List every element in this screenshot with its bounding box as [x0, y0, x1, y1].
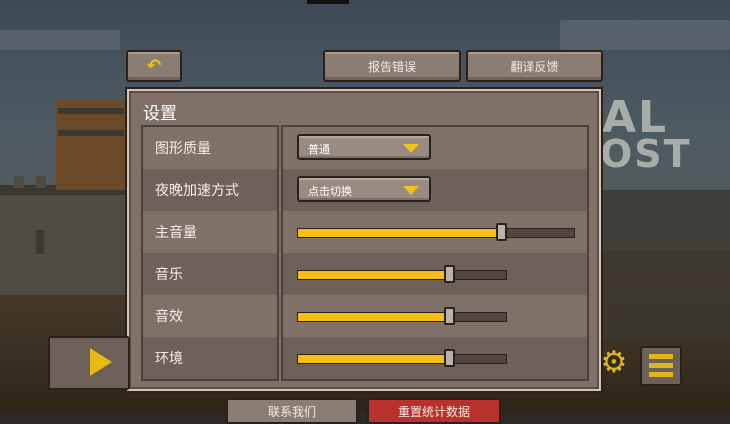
setting-label-graphics-quality: 图形质量 — [155, 141, 211, 157]
translation-feedback-button[interactable]: 翻译反馈 — [466, 50, 603, 82]
music-row — [283, 253, 587, 295]
setting-label-master-volume: 主音量 — [155, 225, 197, 241]
night-speed-mode-dropdown[interactable]: 点击切换 — [297, 176, 431, 202]
hamburger-menu-icon — [649, 354, 673, 359]
slider-fill — [298, 313, 450, 321]
top-notch — [307, 0, 349, 4]
music-volume-slider[interactable] — [297, 265, 507, 283]
ambience-slider[interactable] — [297, 349, 507, 367]
graphics-quality-dropdown[interactable]: 普通 — [297, 134, 431, 160]
contact-us-label: 联系我们 — [267, 405, 316, 419]
setting-label-sound-effects: 音效 — [155, 309, 183, 325]
reset-statistics-button[interactable]: 重置统计数据 — [367, 398, 501, 424]
graphics-quality-row: 普通 — [283, 127, 587, 169]
slider-handle[interactable] — [496, 223, 508, 241]
settings-panel: 设置 图形质量 夜晚加速方式 主音量 音乐 音效 环境 普通 点击切换 — [127, 89, 601, 391]
settings-labels-column: 图形质量 夜晚加速方式 主音量 音乐 音效 环境 — [141, 125, 279, 381]
chevron-down-icon — [403, 144, 419, 153]
contact-us-button[interactable]: 联系我们 — [226, 398, 358, 424]
graphics-quality-value: 普通 — [308, 143, 330, 156]
night-speed-mode-row: 点击切换 — [283, 169, 587, 211]
menu-button[interactable] — [640, 346, 682, 386]
sound-effects-row — [283, 295, 587, 337]
menu-icon-bar — [649, 372, 673, 377]
slider-fill — [298, 229, 503, 237]
report-bug-button[interactable]: 报告错误 — [323, 50, 461, 82]
ambience-row — [283, 337, 587, 379]
setting-label-night-speed-mode: 夜晚加速方式 — [143, 169, 277, 211]
sound-effects-slider[interactable] — [297, 307, 507, 325]
reset-statistics-label: 重置统计数据 — [397, 405, 470, 419]
settings-title: 设置 — [143, 104, 177, 124]
master-volume-slider[interactable] — [297, 223, 575, 241]
master-volume-row — [283, 211, 587, 253]
settings-controls-column: 普通 点击切换 — [281, 125, 589, 381]
undo-arrow-icon: ↶ — [146, 56, 162, 76]
setting-label-ambience: 环境 — [143, 337, 277, 379]
slider-handle[interactable] — [443, 265, 455, 283]
report-bug-label: 报告错误 — [367, 59, 416, 74]
game-logo-line2: OST — [600, 132, 692, 176]
play-button[interactable] — [48, 336, 130, 390]
slider-handle[interactable] — [443, 349, 455, 367]
slider-fill — [298, 271, 450, 279]
night-speed-mode-value: 点击切换 — [308, 185, 352, 198]
translation-feedback-label: 翻译反馈 — [510, 59, 559, 74]
play-icon — [90, 348, 112, 376]
setting-label-music: 音乐 — [143, 253, 277, 295]
gear-icon[interactable]: ⚙ — [600, 346, 628, 380]
back-button[interactable]: ↶ — [126, 50, 182, 82]
menu-icon-bar — [649, 363, 673, 368]
slider-fill — [298, 355, 450, 363]
chevron-down-icon — [403, 186, 419, 195]
slider-handle[interactable] — [443, 307, 455, 325]
